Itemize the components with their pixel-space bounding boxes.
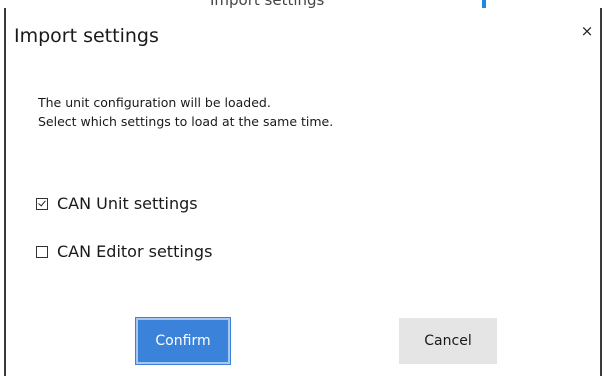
message-line-1: The unit configuration will be loaded. (38, 95, 271, 110)
can-editor-settings-label: CAN Editor settings (57, 242, 213, 261)
can-editor-settings-checkbox[interactable] (36, 245, 48, 258)
background-accent-bar (482, 0, 486, 8)
close-icon: × (580, 22, 594, 40)
can-unit-settings-checkbox[interactable] (36, 197, 48, 210)
background-window-title: Import settings (210, 0, 324, 8)
confirm-button-label: Confirm (155, 333, 211, 349)
close-button[interactable]: × (579, 21, 595, 41)
option-can-editor-settings[interactable]: CAN Editor settings (36, 242, 212, 261)
dialog-title: Import settings (14, 25, 159, 47)
background-window-strip: Import settings (0, 0, 605, 8)
import-settings-dialog: Import settings × The unit configuration… (4, 8, 602, 376)
message-line-2: Select which settings to load at the sam… (38, 114, 334, 129)
option-can-unit-settings[interactable]: CAN Unit settings (36, 194, 198, 213)
can-unit-settings-label: CAN Unit settings (57, 194, 198, 213)
cancel-button[interactable]: Cancel (399, 318, 497, 364)
cancel-button-label: Cancel (424, 333, 472, 349)
confirm-button[interactable]: Confirm (135, 317, 231, 365)
dialog-message: The unit configuration will be loaded. S… (38, 93, 333, 131)
